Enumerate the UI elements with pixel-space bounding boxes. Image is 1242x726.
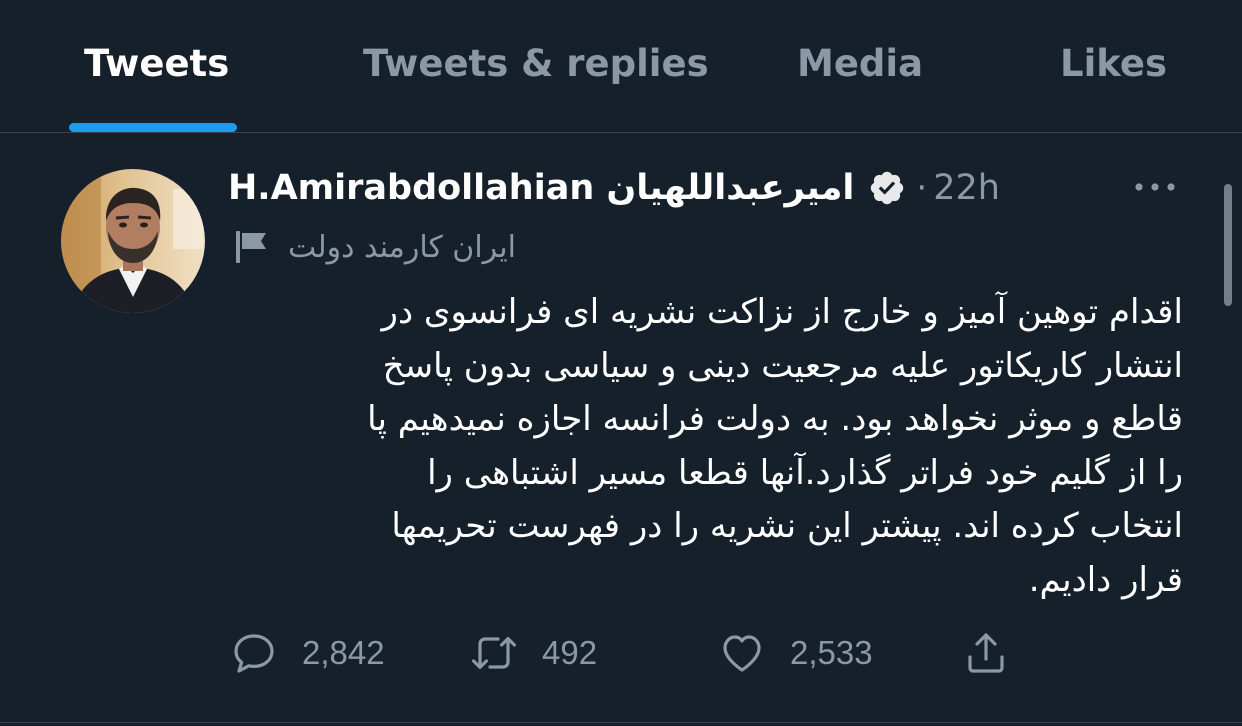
retweet-button[interactable]: 492 (470, 623, 597, 683)
tweet-text-line: انتشار کاریکاتور علیه مرجعیت دینی و سیاس… (382, 345, 1183, 386)
tweet-text-line: قرار دادیم. (1028, 559, 1183, 600)
tweet-actions: 2,842 492 2,533 (0, 623, 1242, 693)
like-count: 2,533 (790, 634, 873, 671)
tab-media[interactable]: Media (797, 42, 923, 85)
display-name[interactable]: H.Amirabdollahian امیرعبداللهیان (228, 168, 854, 208)
avatar[interactable] (61, 169, 205, 313)
profile-tabs: Tweets Tweets & replies Media Likes (0, 0, 1242, 133)
tweet-timestamp[interactable]: 22h (933, 168, 1000, 208)
tweet-text-line: قاطع و موثر نخواهد بود. به دولت فرانسه ا… (367, 399, 1183, 439)
tab-tweets-and-replies[interactable]: Tweets & replies (363, 42, 709, 85)
tweet[interactable]: H.Amirabdollahian امیرعبداللهیان · 22h ا… (0, 133, 1242, 726)
tweet-text-line: انتخاب کرده اند. پیشتر این نشریه را در ف… (391, 506, 1183, 546)
tab-likes[interactable]: Likes (1060, 42, 1167, 85)
heart-icon (723, 635, 761, 672)
tweet-header: H.Amirabdollahian امیرعبداللهیان · 22h (228, 163, 1000, 213)
share-button[interactable] (962, 623, 1010, 683)
retweet-count: 492 (542, 634, 598, 671)
account-label[interactable]: ایران کارمند دولت (288, 230, 516, 265)
reply-count: 2,842 (302, 634, 385, 671)
tweet-divider (0, 722, 1242, 723)
tweet-text-line: را از گلیم خود فراتر گذارد.آنها قطعا مسی… (427, 452, 1183, 493)
tweet-text-line: اقدام توهین آمیز و خارج از نزاکت نشریه ا… (381, 292, 1183, 332)
tab-tweets[interactable]: Tweets (84, 42, 229, 85)
like-button[interactable]: 2,533 (718, 623, 873, 683)
government-flag-icon (236, 231, 266, 263)
tweet-text: اقدام توهین آمیز و خارج از نزاکت نشریه ا… (228, 286, 1183, 607)
active-tab-indicator (69, 123, 237, 132)
avatar-photo (61, 169, 205, 313)
reply-button[interactable]: 2,842 (230, 623, 385, 683)
more-horizontal-icon[interactable] (1131, 175, 1179, 199)
separator-dot: · (916, 168, 928, 208)
retweet-icon (472, 637, 516, 669)
account-label-row: ایران کارمند دولت (232, 225, 516, 269)
share-icon (968, 633, 1004, 673)
verified-badge-icon (871, 171, 904, 205)
reply-icon (234, 634, 274, 673)
scrollbar[interactable] (1224, 184, 1232, 306)
